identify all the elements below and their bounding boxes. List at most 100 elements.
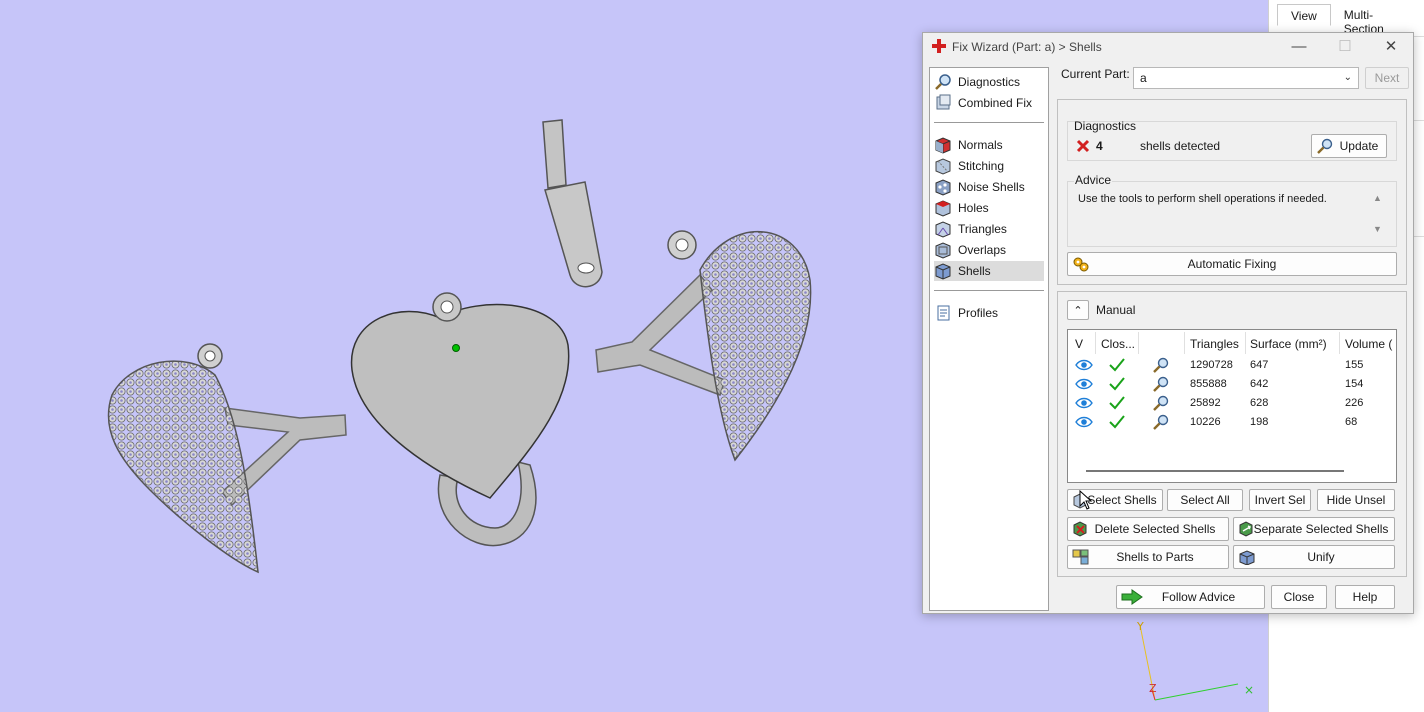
current-part-label: Current Part: bbox=[1061, 67, 1130, 81]
delete-selected-shells-button[interactable]: Delete Selected Shells bbox=[1067, 517, 1229, 541]
cell-triangles: 25892 bbox=[1190, 397, 1221, 409]
eye-icon[interactable] bbox=[1075, 413, 1093, 431]
checkmark-icon bbox=[1109, 415, 1125, 429]
side-tab-bar: View Multi-Section bbox=[1277, 4, 1424, 36]
advice-heading: Advice bbox=[1074, 173, 1113, 187]
nav-item-noise-shells[interactable]: Noise Shells bbox=[934, 177, 1044, 197]
next-button[interactable]: Next bbox=[1365, 67, 1409, 89]
svg-text:Z: Z bbox=[1149, 682, 1157, 695]
automatic-fixing-label: Automatic Fixing bbox=[1187, 257, 1277, 271]
collapse-manual-button[interactable]: ⌃ bbox=[1067, 300, 1089, 320]
nav-label: Triangles bbox=[958, 222, 1007, 236]
nav-item-profiles[interactable]: Profiles bbox=[934, 303, 1044, 323]
advice-text: Use the tools to perform shell operation… bbox=[1078, 193, 1327, 205]
heart-pendant-model bbox=[350, 292, 570, 547]
error-x-icon bbox=[1076, 139, 1090, 153]
triangles-icon bbox=[935, 221, 951, 238]
right-wing-model bbox=[595, 230, 812, 462]
svg-text:Y: Y bbox=[1136, 620, 1144, 633]
hide-unsel-button[interactable]: Hide Unsel bbox=[1317, 489, 1395, 511]
magnifier-icon[interactable] bbox=[1152, 356, 1170, 374]
horizontal-scrollbar[interactable] bbox=[1086, 470, 1344, 472]
cell-volume: 68 bbox=[1345, 416, 1358, 428]
col-header-volume[interactable]: Volume ( bbox=[1345, 334, 1392, 354]
holes-icon bbox=[935, 200, 951, 217]
cell-volume: 155 bbox=[1345, 359, 1364, 371]
unify-label: Unify bbox=[1307, 550, 1335, 564]
cell-volume: 226 bbox=[1345, 397, 1364, 409]
scroll-up-icon[interactable]: ▲ bbox=[1373, 193, 1382, 203]
unify-button[interactable]: Unify bbox=[1233, 545, 1395, 569]
combined-fix-icon bbox=[936, 94, 951, 110]
magnifier-icon[interactable] bbox=[1152, 394, 1170, 412]
automatic-fixing-button[interactable]: Automatic Fixing bbox=[1067, 252, 1397, 276]
checkmark-icon bbox=[1109, 358, 1125, 372]
eye-icon[interactable] bbox=[1075, 394, 1093, 412]
mouse-cursor-icon bbox=[1079, 490, 1093, 510]
checkmark-icon bbox=[1109, 377, 1125, 391]
dialog-titlebar[interactable]: Fix Wizard (Part: a) > Shells — ☐ ✕ bbox=[923, 33, 1413, 61]
col-header-triangles[interactable]: Triangles bbox=[1190, 334, 1239, 354]
cell-triangles: 855888 bbox=[1190, 378, 1227, 390]
nav-item-combined-fix[interactable]: Combined Fix bbox=[934, 93, 1044, 113]
eye-icon[interactable] bbox=[1075, 375, 1093, 393]
profiles-icon bbox=[937, 305, 950, 321]
nav-item-stitching[interactable]: Stitching bbox=[934, 156, 1044, 176]
nav-label: Holes bbox=[958, 201, 989, 215]
magnifier-icon bbox=[935, 74, 951, 90]
col-header-visible[interactable]: V bbox=[1075, 334, 1083, 354]
close-button[interactable]: Close bbox=[1271, 585, 1327, 609]
update-label: Update bbox=[1339, 139, 1379, 153]
eye-icon[interactable] bbox=[1075, 356, 1093, 374]
col-header-surface[interactable]: Surface (mm²) bbox=[1250, 334, 1327, 354]
cell-surface: 628 bbox=[1250, 397, 1269, 409]
normals-icon bbox=[935, 137, 951, 154]
delete-selected-label: Delete Selected Shells bbox=[1094, 522, 1216, 536]
magnifier-icon[interactable] bbox=[1152, 375, 1170, 393]
nav-item-normals[interactable]: Normals bbox=[934, 135, 1044, 155]
follow-advice-button[interactable]: Follow Advice bbox=[1116, 585, 1265, 609]
nav-label: Normals bbox=[958, 138, 1003, 152]
axis-triad: × Y Z bbox=[1136, 620, 1254, 701]
shell-count: 4 bbox=[1096, 139, 1103, 153]
help-button[interactable]: Help bbox=[1335, 585, 1395, 609]
shells-table: V Clos... Triangles Surface (mm²) Volume… bbox=[1067, 329, 1397, 483]
manual-heading: Manual bbox=[1096, 303, 1136, 317]
nav-label: Shells bbox=[958, 264, 991, 278]
cell-surface: 647 bbox=[1250, 359, 1269, 371]
select-all-button[interactable]: Select All bbox=[1167, 489, 1243, 511]
scroll-down-icon[interactable]: ▼ bbox=[1373, 224, 1382, 234]
left-wing-model bbox=[107, 343, 347, 574]
chevron-up-icon: ⌃ bbox=[1073, 304, 1083, 317]
magnifier-icon[interactable] bbox=[1152, 413, 1170, 431]
follow-advice-label: Follow Advice bbox=[1161, 590, 1236, 604]
chevron-down-icon: ⌄ bbox=[1343, 72, 1352, 83]
nav-item-triangles[interactable]: Triangles bbox=[934, 219, 1044, 239]
minimize-icon[interactable]: — bbox=[1279, 37, 1319, 59]
nav-item-holes[interactable]: Holes bbox=[934, 198, 1044, 218]
shells-to-parts-label: Shells to Parts bbox=[1116, 550, 1194, 564]
nav-label: Profiles bbox=[958, 306, 999, 320]
separate-selected-shells-button[interactable]: Separate Selected Shells bbox=[1233, 517, 1395, 541]
maximize-icon[interactable]: ☐ bbox=[1325, 37, 1365, 59]
update-button[interactable]: Update bbox=[1311, 134, 1387, 158]
nav-item-shells[interactable]: Shells bbox=[934, 261, 1044, 281]
red-cross-icon bbox=[932, 39, 946, 53]
tab-view[interactable]: View bbox=[1277, 4, 1331, 26]
shells-to-parts-button[interactable]: Shells to Parts bbox=[1067, 545, 1229, 569]
cell-volume: 154 bbox=[1345, 378, 1364, 390]
nav-item-diagnostics[interactable]: Diagnostics bbox=[934, 72, 1044, 92]
shells-detected-text: shells detected bbox=[1140, 139, 1221, 153]
column-separator bbox=[1095, 332, 1096, 354]
nav-label: Stitching bbox=[958, 159, 1005, 173]
close-icon[interactable]: ✕ bbox=[1371, 37, 1411, 59]
nav-item-overlaps[interactable]: Overlaps bbox=[934, 240, 1044, 260]
separate-selected-label: Separate Selected Shells bbox=[1253, 522, 1389, 536]
nav-label: Diagnostics bbox=[958, 75, 1021, 89]
tab-multi-section[interactable]: Multi-Section bbox=[1331, 4, 1424, 36]
advice-box bbox=[1067, 181, 1397, 247]
col-header-closed[interactable]: Clos... bbox=[1101, 334, 1135, 354]
column-separator bbox=[1245, 332, 1246, 354]
current-part-select[interactable]: a ⌄ bbox=[1133, 67, 1359, 89]
invert-sel-button[interactable]: Invert Sel bbox=[1249, 489, 1311, 511]
